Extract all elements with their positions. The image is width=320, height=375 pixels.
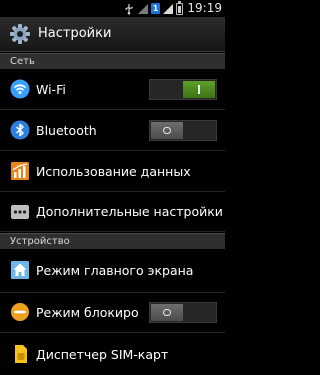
action-bar: Настройки <box>0 17 225 52</box>
data-usage-icon <box>11 162 29 180</box>
settings-item-data-usage[interactable]: Использование данных <box>0 151 225 192</box>
settings-item-label: Дополнительные настройки <box>36 204 223 219</box>
page-title: Настройки <box>38 26 112 41</box>
home-icon <box>11 261 29 279</box>
section-title: Сеть <box>10 56 35 67</box>
bluetooth-icon <box>10 120 30 140</box>
signal-icon <box>138 3 148 14</box>
settings-item-label: Диспетчер SIM-карт <box>36 347 169 362</box>
settings-item-more[interactable]: Дополнительные настройки <box>0 192 225 232</box>
battery-icon <box>176 0 183 15</box>
settings-item-label: Использование данных <box>36 164 191 179</box>
toggle-thumb <box>151 304 183 321</box>
status-icons: 1 <box>123 0 183 16</box>
settings-item-label: Режим блокировки <box>36 305 138 320</box>
status-bar: 1 19:19 <box>0 0 225 17</box>
toggle-thumb <box>183 81 215 98</box>
section-title: Устройство <box>10 236 70 247</box>
block-icon <box>11 303 29 321</box>
settings-item-home-screen[interactable]: Режим главного экрана <box>0 249 225 293</box>
section-header-network: Сеть <box>0 53 225 69</box>
clock: 19:19 <box>187 1 222 15</box>
settings-gear-icon[interactable] <box>9 23 31 45</box>
settings-item-label: Wi-Fi <box>36 82 66 97</box>
sim-card-icon <box>15 345 27 363</box>
settings-item-bluetooth[interactable]: Bluetooth O <box>0 110 225 151</box>
sim-icon: 1 <box>151 3 160 14</box>
blocking-mode-toggle[interactable]: O <box>149 302 217 323</box>
settings-item-blocking-mode[interactable]: Режим блокировки O <box>0 293 225 333</box>
signal-bars-icon <box>163 3 173 14</box>
settings-item-label: Режим главного экрана <box>36 263 194 278</box>
bluetooth-toggle[interactable]: O <box>149 120 217 141</box>
more-icon <box>11 205 29 219</box>
wifi-icon <box>10 79 30 99</box>
settings-item-sim-manager[interactable]: Диспетчер SIM-карт <box>0 333 225 375</box>
wifi-toggle[interactable]: I <box>149 79 217 100</box>
section-header-device: Устройство <box>0 233 225 249</box>
toggle-thumb <box>151 122 183 139</box>
settings-item-wifi[interactable]: Wi-Fi I <box>0 69 225 110</box>
settings-item-label: Bluetooth <box>36 123 97 138</box>
usb-icon <box>125 3 133 14</box>
